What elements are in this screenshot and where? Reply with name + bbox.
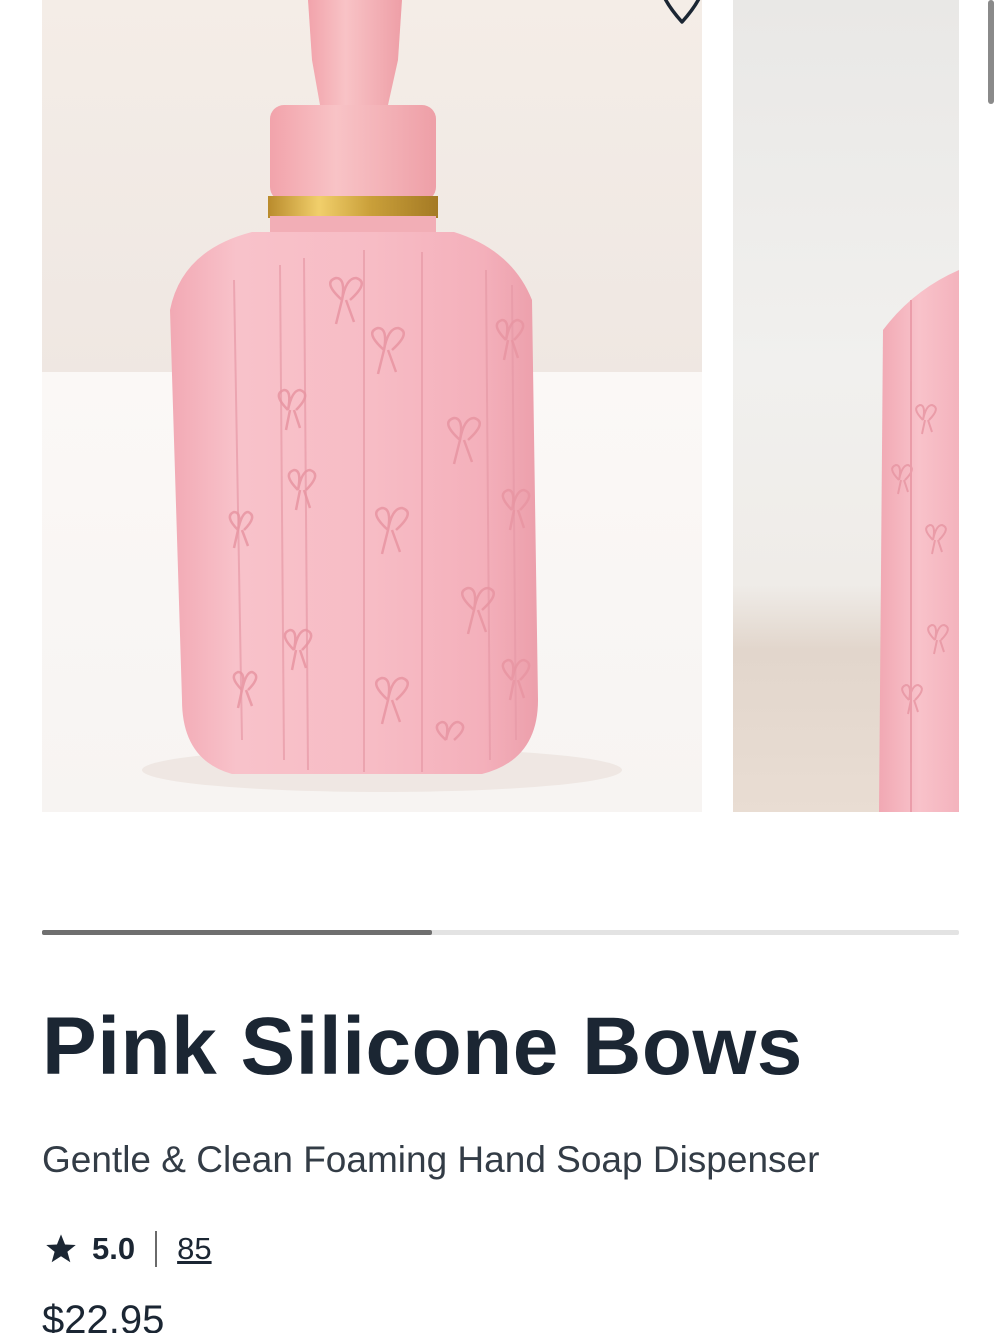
wishlist-button[interactable] <box>652 0 702 26</box>
review-count-link[interactable]: 85 <box>177 1231 211 1267</box>
heart-outline-icon <box>656 0 702 26</box>
gallery-progress-fill <box>42 930 432 935</box>
product-image-secondary[interactable] <box>733 0 959 812</box>
gallery-progress-track <box>42 930 959 935</box>
product-subtitle: Gentle & Clean Foaming Hand Soap Dispens… <box>42 1139 820 1180</box>
product-rating: 5.0 85 <box>44 1228 212 1270</box>
page-scrollbar[interactable] <box>988 0 994 104</box>
product-image-gallery[interactable] <box>42 0 959 812</box>
product-price: $22.95 <box>42 1298 165 1333</box>
star-icon <box>44 1233 78 1265</box>
rating-divider <box>155 1231 158 1267</box>
product-image-main[interactable] <box>42 0 702 812</box>
product-title: Pink Silicone Bows <box>42 1001 803 1092</box>
rating-value: 5.0 <box>92 1231 136 1266</box>
product-page: Pink Silicone Bows Gentle & Clean Foamin… <box>0 0 1000 1333</box>
